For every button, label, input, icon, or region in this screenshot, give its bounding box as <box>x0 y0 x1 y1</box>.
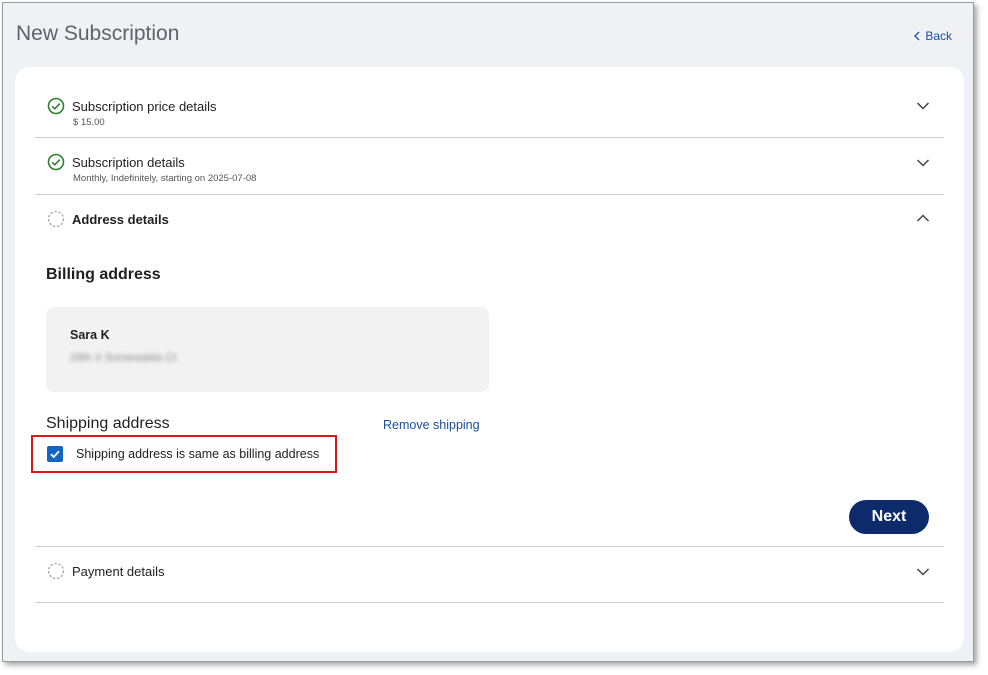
step-title: Payment details <box>72 564 165 579</box>
billing-name: Sara K <box>70 328 110 342</box>
billing-heading: Billing address <box>46 266 161 283</box>
step-title: Subscription details <box>72 155 185 170</box>
dashed-circle-icon <box>47 562 65 580</box>
step-subtitle: Monthly, Indefinitely, starting on 2025-… <box>73 173 257 184</box>
remove-shipping-link[interactable]: Remove shipping <box>383 418 480 432</box>
step-subscription-details[interactable]: Subscription details Monthly, Indefinite… <box>35 138 944 195</box>
checkmark-icon <box>50 450 60 459</box>
billing-address-line: 28th X Somewalda Ct <box>70 352 177 364</box>
page-title: New Subscription <box>16 22 180 45</box>
app-window: New Subscription Back Subscription price… <box>2 2 974 662</box>
chevron-down-icon[interactable] <box>916 158 930 168</box>
same-as-billing-label[interactable]: Shipping address is same as billing addr… <box>76 447 319 461</box>
back-label: Back <box>925 29 952 43</box>
step-address-details: Address details Billing address Sara K 2… <box>31 195 944 547</box>
step-title: Subscription price details <box>72 99 217 114</box>
check-circle-icon <box>47 153 65 171</box>
chevron-down-icon[interactable] <box>916 567 930 577</box>
step-subtitle: $ 15.00 <box>73 117 105 128</box>
billing-address-card: Sara K 28th X Somewalda Ct <box>46 307 489 392</box>
check-circle-icon <box>47 97 65 115</box>
chevron-down-icon[interactable] <box>916 101 930 111</box>
shipping-heading: Shipping address <box>46 415 170 432</box>
step-payment-details[interactable]: Payment details <box>35 547 944 603</box>
divider <box>35 602 944 603</box>
chevron-up-icon[interactable] <box>916 213 930 223</box>
chevron-left-icon <box>914 31 920 41</box>
dashed-circle-icon <box>47 210 65 228</box>
step-title: Address details <box>72 212 169 227</box>
same-as-billing-checkbox[interactable] <box>47 446 63 462</box>
back-link[interactable]: Back <box>913 29 952 43</box>
subscription-card: Subscription price details $ 15.00 Subsc… <box>15 67 964 652</box>
next-button[interactable]: Next <box>849 500 929 534</box>
step-price-details[interactable]: Subscription price details $ 15.00 <box>35 87 944 138</box>
